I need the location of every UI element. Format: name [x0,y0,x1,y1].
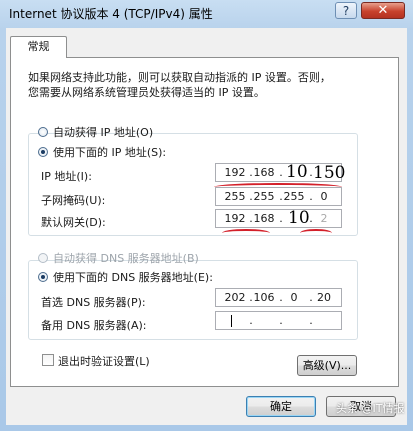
advanced-button[interactable]: 高级(V)... [297,355,357,376]
ip-octet-1: 192 [224,166,246,179]
window-title: Internet 协议版本 4 (TCP/IPv4) 属性 [9,7,213,21]
text-caret [231,315,232,327]
close-button[interactable]: ✕ [361,2,405,19]
ip-octet-4: 150 [313,163,346,183]
mask-octet-1: 255 [224,190,246,203]
subnet-mask-label: 子网掩码(U): [41,194,106,207]
dialog-window: Internet 协议版本 4 (TCP/IPv4) 属性 ? ✕ 常规 如果网… [0,0,413,431]
adns-dot: . [249,314,253,327]
radio-selected-dot [41,275,45,279]
alternate-dns-input[interactable]: . . . [215,311,342,330]
radio-auto-ip[interactable] [38,127,48,137]
adns-dot: . [279,314,283,327]
pdns-octet-2: 106 [253,291,275,304]
pdns-octet-3: 0 [290,291,298,304]
radio-manual-ip-label[interactable]: 使用下面的 IP 地址(S): [51,144,169,160]
default-gateway-input[interactable]: 192 . 168 . 10 . 2 [215,208,342,228]
title-bar[interactable]: Internet 协议版本 4 (TCP/IPv4) 属性 ? ✕ [0,0,413,26]
description-line-1: 如果网络支持此功能，则可以获取自动指派的 IP 设置。否则， [28,71,331,84]
validate-on-exit-checkbox[interactable] [42,354,54,366]
adns-dot: . [309,314,313,327]
default-gateway-label: 默认网关(D): [41,216,106,229]
ip-dot: . [279,166,283,179]
mask-octet-4: 0 [320,190,328,203]
ip-address-label: IP 地址(I): [41,170,92,183]
mask-octet-3: 255 [283,190,305,203]
mask-octet-2: 255 [253,190,275,203]
ip-octet-3: 10 [286,162,308,182]
red-annotation-underline [300,229,332,237]
gateway-octet-2: 168 [253,212,275,225]
preferred-dns-input[interactable]: 202 . 106 . 0 . 20 [215,288,342,307]
pdns-octet-4: 20 [317,291,331,304]
help-button[interactable]: ? [335,2,357,19]
subnet-mask-input[interactable]: 255 . 255 . 255 . 0 [215,187,342,206]
gateway-octet-4: 2 [320,212,328,225]
alternate-dns-label: 备用 DNS 服务器(A): [41,319,147,332]
description-line-2: 您需要从网络系统管理员处获得适当的 IP 设置。 [28,86,265,99]
ok-button[interactable]: 确定 [246,396,316,417]
ip-address-input[interactable]: 192 . 168 . 10 . 150 [215,162,346,183]
ip-octet-2: 168 [253,166,275,179]
radio-selected-dot [41,150,45,154]
radio-auto-dns-label[interactable]: 自动获得 DNS 服务器地址(B) [53,250,199,266]
description-text: 如果网络支持此功能，则可以获取自动指派的 IP 设置。否则， 您需要从网络系统管… [28,70,368,100]
radio-auto-ip-label[interactable]: 自动获得 IP 地址(O) [53,124,153,140]
validate-on-exit-label[interactable]: 退出时验证设置(L) [58,353,150,369]
red-annotation-underline [222,229,270,237]
radio-manual-ip[interactable] [38,147,48,157]
radio-auto-dns[interactable] [38,253,48,263]
pdns-octet-1: 202 [224,291,246,304]
radio-manual-dns[interactable] [38,272,48,282]
watermark: 头条 @IT情报 [336,402,405,415]
radio-manual-dns-label[interactable]: 使用下面的 DNS 服务器地址(E): [51,269,215,285]
gateway-octet-1: 192 [224,212,246,225]
gateway-dot: . [279,212,283,225]
preferred-dns-label: 首选 DNS 服务器(P): [41,296,146,309]
tab-general[interactable]: 常规 [10,36,67,58]
